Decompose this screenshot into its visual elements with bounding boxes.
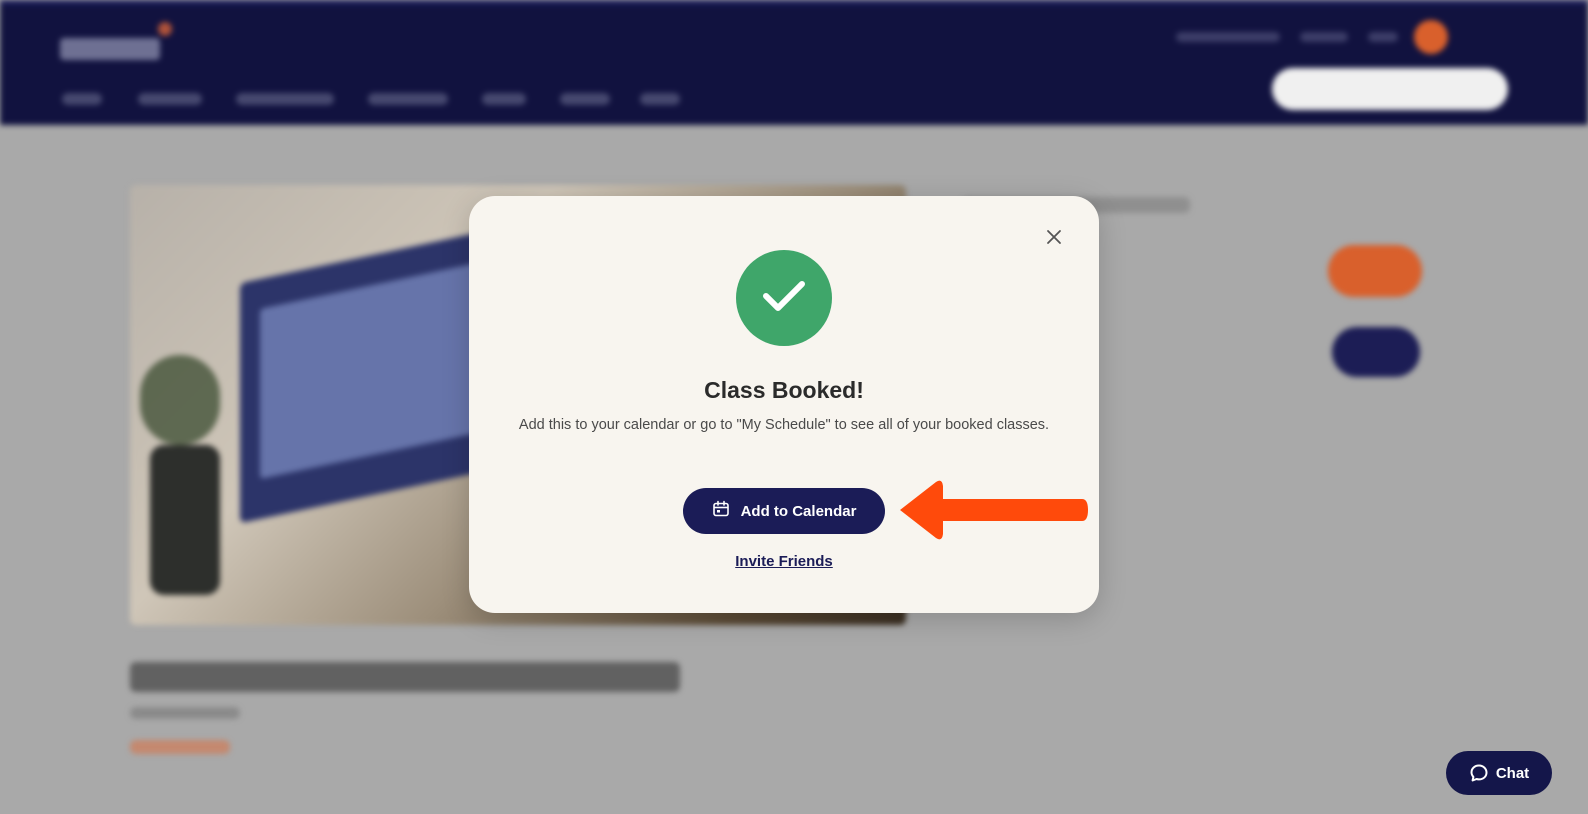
site-logo — [60, 38, 160, 60]
nav-item — [62, 93, 102, 105]
check-icon — [762, 279, 806, 318]
header-stripe — [0, 0, 1588, 5]
chat-button[interactable]: Chat — [1446, 751, 1552, 795]
class-meta — [130, 707, 240, 719]
class-tag — [130, 740, 230, 754]
add-to-calendar-label: Add to Calendar — [740, 502, 857, 520]
nav-item — [482, 93, 526, 105]
side-secondary-button — [1332, 327, 1420, 377]
nav-item — [640, 93, 680, 105]
close-button[interactable] — [1041, 226, 1067, 252]
header-link — [1300, 32, 1348, 42]
nav-item — [236, 93, 334, 105]
annotation-arrow-icon — [900, 480, 1088, 540]
header-link — [1176, 32, 1280, 42]
modal-title: Class Booked! — [704, 377, 864, 403]
modal-description: Add this to your calendar or go to "My S… — [518, 417, 1050, 433]
nav-item — [368, 93, 448, 105]
close-icon — [1046, 229, 1062, 250]
class-title — [130, 662, 680, 692]
side-primary-button — [1328, 245, 1422, 297]
calendar-icon — [712, 500, 730, 522]
plant-shape — [140, 355, 220, 445]
logo-mark — [158, 22, 172, 36]
chat-bubble-icon — [1469, 763, 1489, 783]
success-badge — [736, 250, 832, 346]
invite-friends-link[interactable]: Invite Friends — [469, 553, 1099, 570]
nav-item — [560, 93, 610, 105]
nav-item — [138, 93, 202, 105]
booking-confirmation-modal: Class Booked! Add this to your calendar … — [469, 196, 1099, 613]
vase-shape — [150, 445, 220, 595]
add-to-calendar-button[interactable]: Add to Calendar — [683, 488, 885, 534]
header-link — [1368, 32, 1398, 42]
search-input — [1272, 68, 1508, 110]
chat-label: Chat — [1495, 764, 1530, 782]
avatar — [1414, 20, 1448, 54]
site-header — [0, 0, 1588, 125]
